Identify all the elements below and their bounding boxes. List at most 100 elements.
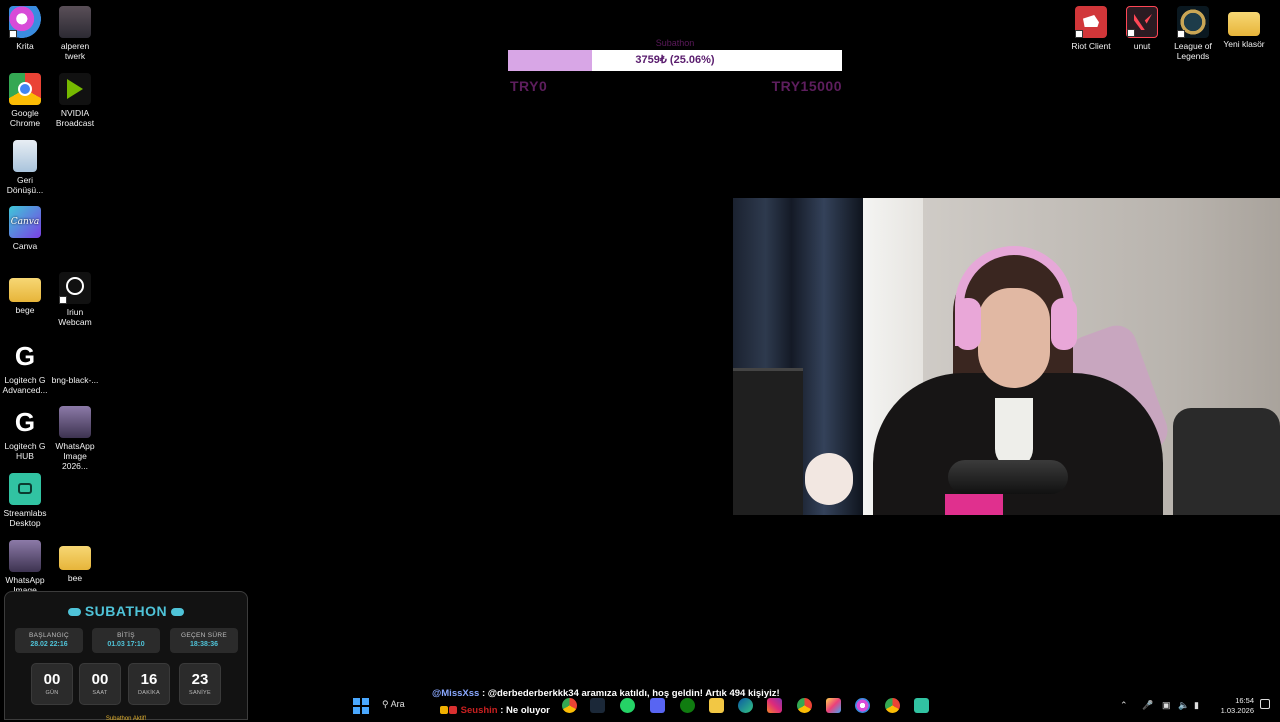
riot-icon [1075, 6, 1107, 38]
subathon-elapsed-card: GEÇEN SÜRE 18:38:36 [170, 628, 238, 653]
desktop-icon-yeni-klasor[interactable]: Yeni klasör [1219, 6, 1269, 49]
cam-plush-toy [805, 453, 853, 505]
league-icon [1177, 6, 1209, 38]
donation-goal-widget: Subathon 3759₺ (25.06%) TRY0 TRY15000 [508, 36, 842, 96]
desktop-icon-bee[interactable]: bee [50, 540, 100, 583]
folder-icon [1228, 12, 1260, 36]
cam-headset-cup [1051, 298, 1077, 350]
timer-unit: DAKİKA [138, 690, 160, 696]
microphone-icon[interactable]: 🎤 [1142, 700, 1153, 711]
desktop-icon-label: League of Legends [1174, 41, 1212, 61]
subathon-title-text: SUBATHON [84, 603, 168, 619]
search-label: Ara [390, 699, 405, 709]
subathon-elapsed-value: 18:38:36 [189, 641, 219, 648]
desktop-icon-league-of-legends[interactable]: League of Legends [1168, 6, 1218, 61]
subathon-start-value: 28.02 22:16 [30, 641, 68, 648]
desktop-icon-nvidia-broadcast[interactable]: NVIDIA Broadcast [50, 73, 100, 128]
subathon-end-label: BİTİŞ [117, 632, 135, 639]
desktop-icon-label: Logitech G Advanced... [2, 375, 48, 395]
desktop-icon-recycle-bin[interactable]: Geri Dönüşü... [0, 140, 50, 195]
network-icon[interactable]: ▣ [1162, 700, 1171, 711]
cam-headset-cup [955, 298, 981, 350]
desktop-icon-google-chrome[interactable]: Google Chrome [0, 73, 50, 128]
photos-icon[interactable] [826, 698, 841, 713]
cam-mug [945, 494, 1003, 515]
gamepad-icon [67, 608, 81, 617]
desktop-icon-logitech-g-hub[interactable]: G Logitech G HUB [0, 406, 50, 461]
chrome-icon [9, 73, 41, 105]
desktop-icon-bng-black[interactable]: bng-black-... [50, 340, 100, 385]
steam-icon[interactable] [590, 698, 605, 713]
timer-value: 00 [91, 671, 109, 688]
desktop-icon-label: unut [1133, 41, 1151, 51]
timer-unit: SAAT [92, 690, 108, 696]
timer-unit: GÜN [45, 690, 59, 696]
desktop-icon-label: Riot Client [1071, 41, 1111, 51]
desktop-icon-krita[interactable]: Krita [0, 6, 50, 51]
streamlabs-icon [9, 473, 41, 505]
desktop-icon-canva[interactable]: Canva Canva [0, 206, 50, 251]
krita-icon[interactable] [855, 698, 870, 713]
logitech-icon: G [14, 407, 36, 437]
taskbar-search[interactable]: ⚲ Ara [382, 699, 405, 710]
video-thumbnail-icon [59, 6, 91, 38]
desktop-icon-label: Geri Dönüşü... [6, 175, 44, 195]
folder-icon [9, 278, 41, 302]
chrome-icon[interactable] [797, 698, 812, 713]
cam-shirt [995, 398, 1033, 468]
desktop-icon-bege[interactable]: bege [0, 272, 50, 315]
desktop-icon-label: bege [15, 305, 35, 315]
goal-min-label: TRY0 [510, 78, 548, 94]
desktop-icon-label: Google Chrome [9, 108, 41, 128]
desktop-icon-label: Krita [16, 41, 34, 51]
timer-days: 00 GÜN [31, 663, 73, 705]
clock-time: 16:54 [1235, 696, 1254, 705]
edge-icon[interactable] [738, 698, 753, 713]
subathon-end-value: 01.03 17:10 [107, 641, 145, 648]
timer-hours: 00 SAAT [79, 663, 121, 705]
desktop-icon-label: Logitech G HUB [4, 441, 46, 461]
chrome-icon[interactable] [562, 698, 577, 713]
taskbar-clock[interactable]: 16:54 1.03.2026 [1221, 696, 1254, 716]
desktop-icon-label: WhatsApp Image 2026... [55, 441, 95, 471]
canva-icon: Canva [9, 206, 41, 238]
desktop-icon-whatsapp-image-1[interactable]: WhatsApp Image 2026... [50, 406, 100, 471]
search-icon: ⚲ [382, 699, 389, 709]
desktop-icon-label: NVIDIA Broadcast [55, 108, 95, 128]
start-button[interactable] [353, 698, 369, 714]
desktop-icon-iriun-webcam[interactable]: Iriun Webcam [50, 272, 100, 327]
timer-value: 00 [43, 671, 61, 688]
desktop-icon-label: bee [67, 573, 83, 583]
chevron-up-icon[interactable]: ⌃ [1120, 700, 1128, 711]
clock-date: 1.03.2026 [1220, 706, 1254, 715]
file-explorer-icon[interactable] [709, 698, 724, 713]
desktop-icon-label: Yeni klasör [1223, 39, 1265, 49]
cam-monitor [733, 368, 803, 515]
desktop-icon-unut[interactable]: unut [1117, 6, 1167, 51]
chrome-icon[interactable] [885, 698, 900, 713]
subathon-status: Subathon Aktif! [105, 716, 147, 722]
notification-icon[interactable] [1260, 699, 1270, 709]
desktop-icon-logitech-g-advanced[interactable]: G Logitech G Advanced... [0, 340, 50, 395]
valorant-icon [1126, 6, 1158, 38]
recycle-bin-icon [13, 140, 37, 172]
goal-max-label: TRY15000 [771, 78, 842, 94]
subathon-start-card: BAŞLANGIÇ 28.02 22:16 [15, 628, 83, 653]
subathon-start-label: BAŞLANGIÇ [29, 632, 69, 639]
desktop-icon-label: Iriun Webcam [58, 307, 92, 327]
desktop-icon-riot-client[interactable]: Riot Client [1066, 6, 1116, 51]
instagram-icon[interactable] [767, 698, 782, 713]
whatsapp-icon[interactable] [620, 698, 635, 713]
desktop-icon-streamlabs[interactable]: Streamlabs Desktop [0, 473, 50, 528]
webcam-icon [59, 272, 91, 304]
xbox-icon[interactable] [680, 698, 695, 713]
timer-minutes: 16 DAKİKA [128, 663, 170, 705]
desktop-icon-alperen-twerk[interactable]: alperen twerk [50, 6, 100, 61]
volume-icon[interactable]: 🔈 [1178, 700, 1189, 711]
discord-icon[interactable] [650, 698, 665, 713]
streamlabs-icon[interactable] [914, 698, 929, 713]
battery-icon[interactable]: ▮ [1194, 700, 1199, 711]
webcam-feed [733, 198, 1280, 515]
folder-icon [59, 546, 91, 570]
timer-value: 16 [140, 671, 158, 688]
